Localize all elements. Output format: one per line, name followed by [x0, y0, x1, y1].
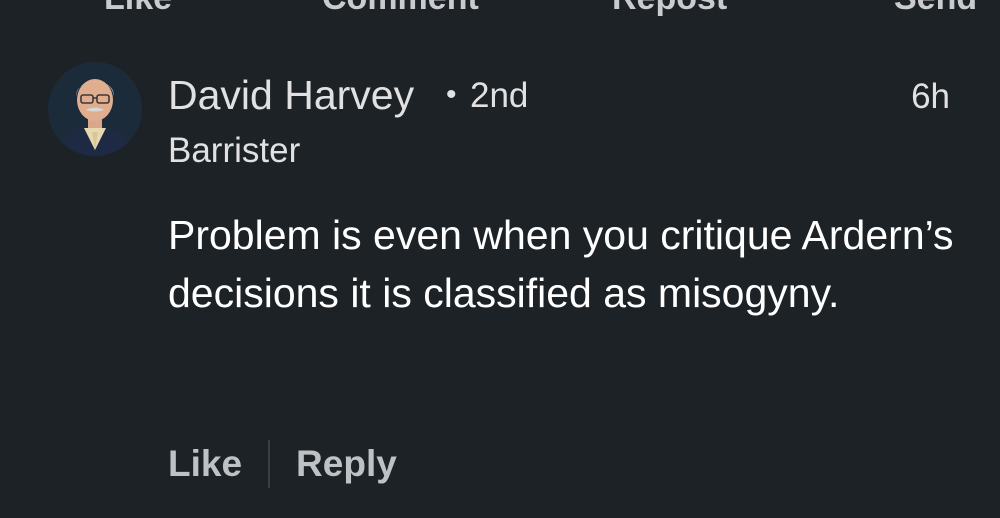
author-headline: Barrister	[168, 131, 301, 170]
action-divider	[268, 440, 271, 488]
avatar[interactable]	[48, 62, 142, 156]
post-like-button[interactable]: Like	[104, 0, 172, 18]
comment-action-bar: Like Reply	[168, 438, 397, 490]
avatar-photo	[48, 62, 142, 156]
post-repost-button[interactable]: Repost	[612, 0, 727, 18]
comment-text: Problem is even when you critique Ardern…	[168, 212, 954, 316]
author-name[interactable]: David Harvey	[168, 70, 414, 120]
connection-degree: 2nd	[470, 76, 529, 115]
comment-like-button[interactable]: Like	[168, 438, 242, 490]
post-action-bar: Like Comment Repost Send	[0, 0, 1000, 18]
comment-reply-button[interactable]: Reply	[296, 438, 397, 490]
name-separator: •	[446, 78, 457, 111]
comment-timestamp: 6h	[911, 77, 950, 116]
post-comment-button[interactable]: Comment	[322, 0, 479, 18]
post-send-button[interactable]: Send	[894, 0, 977, 18]
